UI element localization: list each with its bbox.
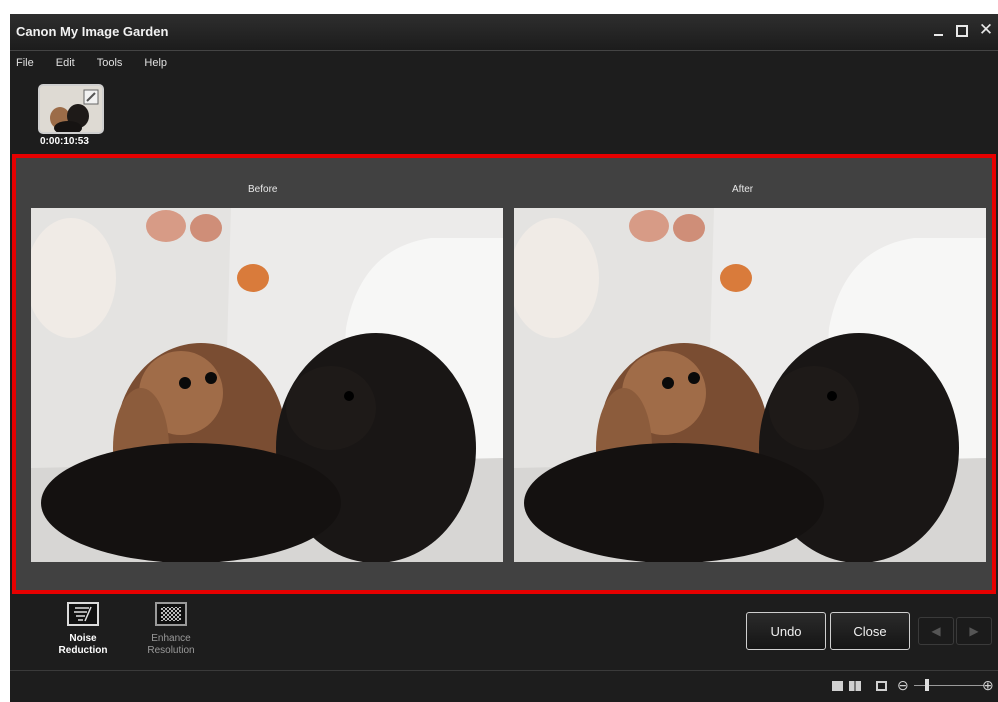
noise-reduction-label-line1: Noise	[69, 633, 97, 644]
previous-button[interactable]: ◀	[918, 617, 954, 645]
thumbnail-timecode: 0:00:10:53	[40, 136, 89, 147]
minimize-button[interactable]	[930, 20, 946, 40]
before-label: Before	[248, 184, 278, 195]
minimize-icon	[933, 34, 943, 36]
bottom-toolbar: Noise Reduction Enhance Resolution Undo …	[10, 594, 998, 672]
enhance-resolution-label-line2: Resolution	[147, 645, 195, 656]
menu-edit[interactable]: Edit	[56, 57, 75, 69]
noise-reduction-label: Noise Reduction	[47, 633, 119, 657]
close-window-button[interactable]: ✕	[978, 20, 994, 40]
title-bar: Canon My Image Garden ✕	[10, 14, 998, 51]
menu-help[interactable]: Help	[144, 57, 167, 69]
noise-reduction-tool[interactable]: Noise Reduction	[47, 602, 119, 657]
app-title: Canon My Image Garden	[16, 24, 169, 39]
next-button[interactable]: ▶	[956, 617, 992, 645]
close-icon: ✕	[978, 20, 994, 39]
after-image	[514, 208, 986, 562]
app-window: Canon My Image Garden ✕ File Edit Tools …	[10, 14, 998, 702]
menu-tools[interactable]: Tools	[97, 57, 123, 69]
arrow-right-icon: ▶	[969, 624, 979, 638]
single-view-icon[interactable]	[832, 681, 843, 691]
enhance-resolution-label-line1: Enhance	[151, 633, 191, 644]
close-button[interactable]: Close	[830, 612, 910, 650]
thumbnail-image	[40, 86, 102, 132]
zoom-out-icon[interactable]: ⊖	[897, 677, 909, 693]
maximize-button[interactable]	[954, 20, 970, 40]
after-photo	[514, 208, 986, 562]
status-bar: ⊖ ⊕	[10, 670, 998, 702]
fit-screen-icon[interactable]	[876, 681, 887, 691]
enhance-resolution-icon	[155, 602, 187, 626]
menu-file[interactable]: File	[16, 57, 34, 69]
undo-button[interactable]: Undo	[746, 612, 826, 650]
before-photo	[31, 208, 503, 562]
preview-area: Before After	[12, 154, 996, 594]
video-frame-thumbnail[interactable]	[38, 84, 104, 134]
compare-view-icon[interactable]	[849, 681, 861, 691]
maximize-icon	[956, 25, 968, 37]
enhance-resolution-label: Enhance Resolution	[135, 633, 207, 657]
after-label: After	[732, 184, 754, 195]
noise-reduction-label-line2: Reduction	[58, 645, 108, 656]
thumbnail-strip: 0:00:10:53	[10, 76, 998, 154]
arrow-left-icon: ◀	[931, 624, 941, 638]
window-controls: ✕	[930, 20, 994, 40]
zoom-in-icon[interactable]: ⊕	[982, 677, 994, 693]
noise-reduction-icon	[67, 602, 99, 626]
before-image	[31, 208, 503, 562]
enhance-resolution-tool[interactable]: Enhance Resolution	[135, 602, 207, 657]
zoom-slider-handle[interactable]	[925, 679, 929, 691]
menu-bar: File Edit Tools Help	[10, 51, 998, 75]
